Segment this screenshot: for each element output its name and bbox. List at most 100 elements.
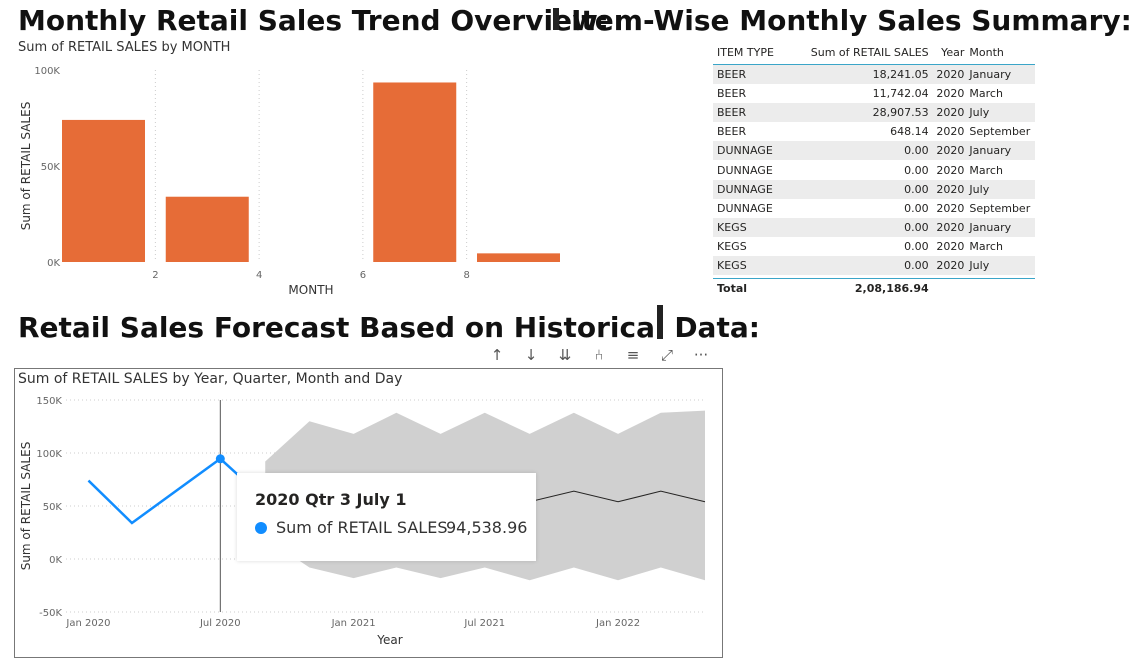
table-cell: KEGS [717, 239, 747, 253]
arrow-up-icon[interactable]: ↑ [480, 346, 514, 364]
line-x-tick-label: Jul 2021 [463, 618, 505, 629]
table-row[interactable]: BEER 28,907.53 2020 July [713, 103, 1035, 123]
table-cell: January [969, 144, 1012, 158]
table-cell: 2020 [936, 201, 965, 215]
col-retail-sales[interactable]: Sum of RETAIL SALES [808, 46, 929, 59]
double-arrow-down-icon[interactable]: ⇊ [548, 346, 582, 364]
table-cell: March [969, 87, 1003, 101]
table-cell: 2020 [936, 106, 965, 120]
col-month[interactable]: Month [964, 46, 1035, 59]
line-y-tick-label: 50K [43, 502, 63, 513]
total-value: 2,08,186.94 [854, 281, 929, 295]
expand-hierarchy-icon[interactable]: ⑃ [582, 346, 616, 364]
table-cell: September [969, 201, 1031, 215]
bar [477, 253, 560, 262]
table-row[interactable]: KEGS 0.00 2020 January [713, 217, 1035, 237]
table-cell: September [969, 125, 1031, 139]
table-cell: DUNNAGE [717, 144, 773, 158]
bar-y-axis-label: Sum of RETAIL SALES [19, 102, 33, 231]
bar-x-tick-label: 8 [463, 270, 469, 281]
line-x-tick-label: Jan 2020 [65, 618, 110, 629]
table-cell: March [969, 239, 1003, 253]
table-cell: 2020 [936, 144, 965, 158]
table-body[interactable]: BEER 18,241.05 2020 January BEER 11,742.04 202… [713, 65, 1035, 278]
table-cell: BEER [717, 125, 747, 139]
table-row[interactable]: KEGS0.002020September [713, 275, 1035, 278]
table-cell: 648.14 [890, 125, 929, 139]
table-cell: 0.00 [904, 144, 929, 158]
line-y-tick-label: -50K [39, 608, 62, 619]
table-cell: 2020 [936, 182, 965, 196]
line-y-tick-label: 100K [36, 449, 62, 460]
bar [165, 196, 249, 262]
table-cell: 18,241.05 [872, 68, 929, 82]
table-cell: 0.00 [904, 220, 929, 234]
table-cell: 2020 [936, 258, 965, 272]
tooltip-series-dot [255, 522, 267, 534]
forecast-chart-title: Sum of RETAIL SALES by Year, Quarter, Mo… [18, 371, 403, 387]
table-row[interactable]: DUNNAGE 0.00 2020 January [713, 141, 1035, 161]
table-cell: BEER [717, 87, 747, 101]
col-year[interactable]: Year [929, 46, 964, 59]
table-cell: 2020 [936, 68, 965, 82]
table-cell: DUNNAGE [717, 182, 773, 196]
tooltip-label: Sum of RETAIL SALES [276, 518, 448, 537]
text-cursor-bar [553, 8, 559, 30]
table-cell: 11,742.04 [872, 87, 929, 101]
table-row[interactable]: BEER 18,241.05 2020 January [713, 65, 1035, 85]
table-row[interactable]: DUNNAGE 0.00 2020 September [713, 199, 1035, 218]
table-cell: January [969, 68, 1012, 82]
bar-x-tick-label: 6 [360, 270, 366, 281]
tooltip-value: 94,538.96 [446, 518, 528, 537]
arrow-down-icon[interactable]: ↓ [514, 346, 548, 364]
bar-x-tick-label: 2 [152, 270, 158, 281]
col-item-type[interactable]: ITEM TYPE [713, 46, 808, 59]
bar [373, 82, 457, 262]
line-x-axis-label: Year [376, 633, 402, 647]
table-cell: January [969, 220, 1012, 234]
table-row[interactable]: KEGS 0.00 2020 March [713, 237, 1035, 256]
table-cell: 2020 [936, 220, 965, 234]
bar-y-tick-label: 100K [34, 66, 60, 77]
trend-heading: Monthly Retail Sales Trend Overview: [18, 4, 610, 37]
table-cell: 2020 [936, 87, 965, 101]
table-cell: BEER [717, 106, 747, 120]
table-cell: July [969, 182, 990, 196]
table-cell: 0.00 [904, 258, 929, 272]
bar-x-tick-label: 4 [256, 270, 262, 281]
table-cell: 28,907.53 [872, 106, 929, 120]
table-cell: July [969, 106, 990, 120]
filter-icon[interactable]: ≡ [616, 346, 650, 364]
table-row[interactable]: DUNNAGE 0.00 2020 July [713, 179, 1035, 199]
more-options-icon[interactable]: ··· [684, 346, 718, 364]
text-cursor-bar-2 [657, 305, 663, 339]
focus-mode-icon[interactable]: ⤢ [650, 346, 684, 364]
line-x-tick-label: Jan 2022 [595, 618, 640, 629]
table-cell: 2020 [936, 239, 965, 253]
table-row[interactable]: DUNNAGE 0.00 2020 March [713, 160, 1035, 179]
table-cell: 0.00 [904, 182, 929, 196]
table-cell: KEGS [717, 258, 747, 272]
line-y-tick-label: 0K [49, 555, 62, 566]
table-row[interactable]: KEGS 0.00 2020 July [713, 255, 1035, 276]
visual-toolbar: ↑ ↓ ⇊ ⑃ ≡ ⤢ ··· [480, 346, 718, 364]
table-cell: DUNNAGE [717, 163, 773, 177]
bar-x-axis-label: MONTH [288, 283, 333, 297]
table-cell: DUNNAGE [717, 201, 773, 215]
line-y-tick-label: 150K [36, 396, 62, 407]
summary-heading: Item-Wise Monthly Sales Summary: [571, 4, 1132, 37]
table-cell: 2020 [936, 125, 965, 139]
table-cell: July [969, 258, 990, 272]
table-row[interactable]: BEER 648.14 2020 September [713, 122, 1035, 141]
forecast-heading: Retail Sales Forecast Based on Historica… [18, 311, 760, 344]
table-cell: 2020 [936, 163, 965, 177]
chart-tooltip: 2020 Qtr 3 July 1 Sum of RETAIL SALES 94… [237, 473, 536, 561]
total-label: Total [717, 281, 748, 295]
table-row[interactable]: BEER 11,742.04 2020 March [713, 84, 1035, 103]
table-cell: KEGS [717, 220, 747, 234]
bar-chart[interactable]: 2 4 6 8 0K 50K 100K MONTH Sum of RETAIL SALES [0, 40, 700, 300]
table-total-row: Total 2,08,186.94 [713, 278, 1035, 297]
bar [62, 119, 145, 262]
sales-summary-table[interactable]: ITEM TYPE Sum of RETAIL SALES Year Month… [713, 40, 1035, 297]
line-x-tick-label: Jan 2021 [331, 618, 376, 629]
